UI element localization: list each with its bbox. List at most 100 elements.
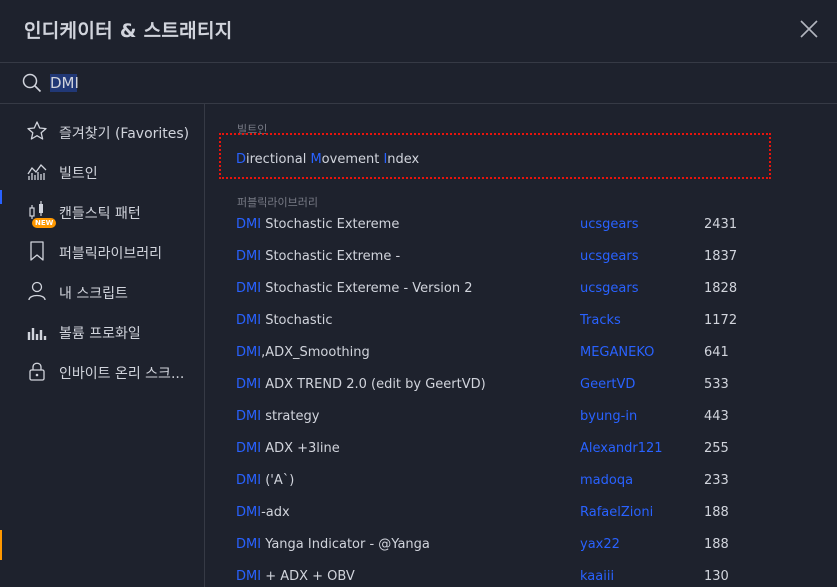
- name-fragment: ndex: [387, 152, 420, 167]
- match-highlight: DMI: [236, 313, 262, 328]
- script-row[interactable]: DMI-adx RafaelZioni 188: [205, 497, 837, 529]
- author-link[interactable]: yax22: [580, 537, 620, 552]
- likes-count: 233: [704, 473, 729, 488]
- script-name: DMI strategy: [236, 409, 319, 424]
- script-row[interactable]: DMI + ADX + OBV kaaiii 130: [205, 561, 837, 587]
- author-link[interactable]: byung-in: [580, 409, 637, 424]
- script-row[interactable]: DMI,ADX_Smoothing MEGANEKO 641: [205, 337, 837, 369]
- results-panel: 빌트인 Directional Movement Index 퍼블릭라이브러리 …: [205, 104, 837, 587]
- sidebar-item[interactable]: 퍼블릭라이브러리: [0, 232, 204, 272]
- likes-count: 2431: [704, 217, 738, 232]
- builtin-result-name: Directional Movement Index: [236, 152, 419, 167]
- dialog-title: 인디케이터 & 스트래티지: [24, 20, 233, 42]
- sidebar-item[interactable]: 내 스크립트: [0, 272, 204, 312]
- script-row[interactable]: DMI Yanga Indicator - @Yanga yax22 188: [205, 529, 837, 561]
- name-fragment: Stochastic Extreme -: [261, 249, 401, 264]
- author-link[interactable]: RafaelZioni: [580, 505, 653, 520]
- name-fragment: -adx: [261, 505, 290, 520]
- sidebar-item-label: 즐겨찾기 (Favorites): [59, 126, 190, 142]
- star-icon: [26, 120, 48, 142]
- script-name: DMI ADX +3line: [236, 441, 340, 456]
- sidebar-item[interactable]: 즐겨찾기 (Favorites): [0, 112, 204, 152]
- author-link[interactable]: GeertVD: [580, 377, 635, 392]
- sidebar-item[interactable]: 빌트인: [0, 152, 204, 192]
- script-name: DMI ('A`): [236, 473, 294, 488]
- script-row[interactable]: DMI ADX +3line Alexandr121 255: [205, 433, 837, 465]
- script-name: DMI Stochastic: [236, 313, 332, 328]
- name-fragment: Stochastic Extereme - Version 2: [261, 281, 473, 296]
- volume-profile-icon: [26, 320, 48, 342]
- name-fragment: ADX +3line: [261, 441, 340, 456]
- script-name: DMI-adx: [236, 505, 290, 520]
- author-link[interactable]: ucsgears: [580, 217, 639, 232]
- script-name: DMI Yanga Indicator - @Yanga: [236, 537, 430, 552]
- user-icon: [26, 280, 48, 302]
- name-fragment: Yanga Indicator - @Yanga: [261, 537, 430, 552]
- candlestick-icon: [26, 200, 48, 222]
- likes-count: 1828: [704, 281, 738, 296]
- match-highlight: DMI: [236, 217, 262, 232]
- script-row[interactable]: DMI Stochastic Extereme ucsgears 2431: [205, 209, 837, 241]
- likes-count: 1837: [704, 249, 738, 264]
- match-highlight: DMI: [236, 569, 262, 584]
- name-fragment: + ADX + OBV: [261, 569, 355, 584]
- likes-count: 188: [704, 537, 729, 552]
- sidebar-item-label: 캔들스틱 패턴: [59, 206, 141, 222]
- dialog-header: 인디케이터 & 스트래티지: [0, 0, 837, 63]
- likes-count: 188: [704, 505, 729, 520]
- match-highlight: M: [310, 152, 322, 167]
- close-icon[interactable]: [798, 18, 820, 40]
- script-name: DMI Stochastic Extereme: [236, 217, 399, 232]
- name-fragment: ADX TREND 2.0 (edit by GeertVD): [261, 377, 486, 392]
- author-link[interactable]: ucsgears: [580, 281, 639, 296]
- script-name: DMI + ADX + OBV: [236, 569, 355, 584]
- author-link[interactable]: Tracks: [580, 313, 621, 328]
- name-fragment: ovement: [321, 152, 384, 167]
- sidebar-item[interactable]: 캔들스틱 패턴: [0, 192, 204, 232]
- match-highlight: DMI: [236, 345, 262, 360]
- edge-marker: [0, 530, 2, 560]
- match-highlight: D: [236, 152, 247, 167]
- lock-icon: [26, 360, 48, 382]
- script-row[interactable]: DMI Stochastic Tracks 1172: [205, 305, 837, 337]
- sidebar-item-label: 빌트인: [59, 166, 98, 182]
- search-icon: [22, 73, 42, 93]
- match-highlight: DMI: [236, 441, 262, 456]
- indicators-dialog: 인디케이터 & 스트래티지 NEW 즐겨찾기 (Favorites)빌트인캔들스…: [0, 0, 837, 587]
- sidebar-item-label: 인바이트 온리 스크...: [59, 366, 185, 382]
- builtin-result-item[interactable]: Directional Movement Index: [219, 133, 771, 179]
- likes-count: 255: [704, 441, 729, 456]
- script-row[interactable]: DMI Stochastic Extereme - Version 2 ucsge…: [205, 273, 837, 305]
- sidebar-item[interactable]: 인바이트 온리 스크...: [0, 352, 204, 392]
- likes-count: 130: [704, 569, 729, 584]
- name-fragment: strategy: [261, 409, 320, 424]
- author-link[interactable]: madoqa: [580, 473, 633, 488]
- name-fragment: irectional: [246, 152, 311, 167]
- script-name: DMI,ADX_Smoothing: [236, 345, 370, 360]
- author-link[interactable]: kaaiii: [580, 569, 614, 584]
- sidebar-item-label: 볼륨 프로화일: [59, 326, 141, 342]
- script-name: DMI ADX TREND 2.0 (edit by GeertVD): [236, 377, 486, 392]
- likes-count: 533: [704, 377, 729, 392]
- script-row[interactable]: DMI Stochastic Extreme - ucsgears 1837: [205, 241, 837, 273]
- author-link[interactable]: ucsgears: [580, 249, 639, 264]
- sidebar-item[interactable]: 볼륨 프로화일: [0, 312, 204, 352]
- script-row[interactable]: DMI ADX TREND 2.0 (edit by GeertVD) Geert…: [205, 369, 837, 401]
- likes-count: 443: [704, 409, 729, 424]
- search-bar: [0, 63, 837, 104]
- script-row[interactable]: DMI strategy byung-in 443: [205, 401, 837, 433]
- category-sidebar: NEW 즐겨찾기 (Favorites) 빌트인 캔들스틱 패턴 퍼블릭라이브러리 내 …: [0, 104, 205, 587]
- sidebar-item-label: 퍼블릭라이브러리: [59, 246, 163, 262]
- match-highlight: DMI: [236, 537, 262, 552]
- name-fragment: ('A`): [261, 473, 295, 488]
- script-name: DMI Stochastic Extereme - Version 2: [236, 281, 473, 296]
- match-highlight: DMI: [236, 249, 262, 264]
- search-input[interactable]: [48, 71, 792, 95]
- match-highlight: DMI: [236, 409, 262, 424]
- author-link[interactable]: Alexandr121: [580, 441, 663, 456]
- script-row[interactable]: DMI ('A`) madoqa 233: [205, 465, 837, 497]
- likes-count: 1172: [704, 313, 738, 328]
- author-link[interactable]: MEGANEKO: [580, 345, 654, 360]
- match-highlight: DMI: [236, 281, 262, 296]
- sidebar-item-label: 내 스크립트: [59, 286, 128, 302]
